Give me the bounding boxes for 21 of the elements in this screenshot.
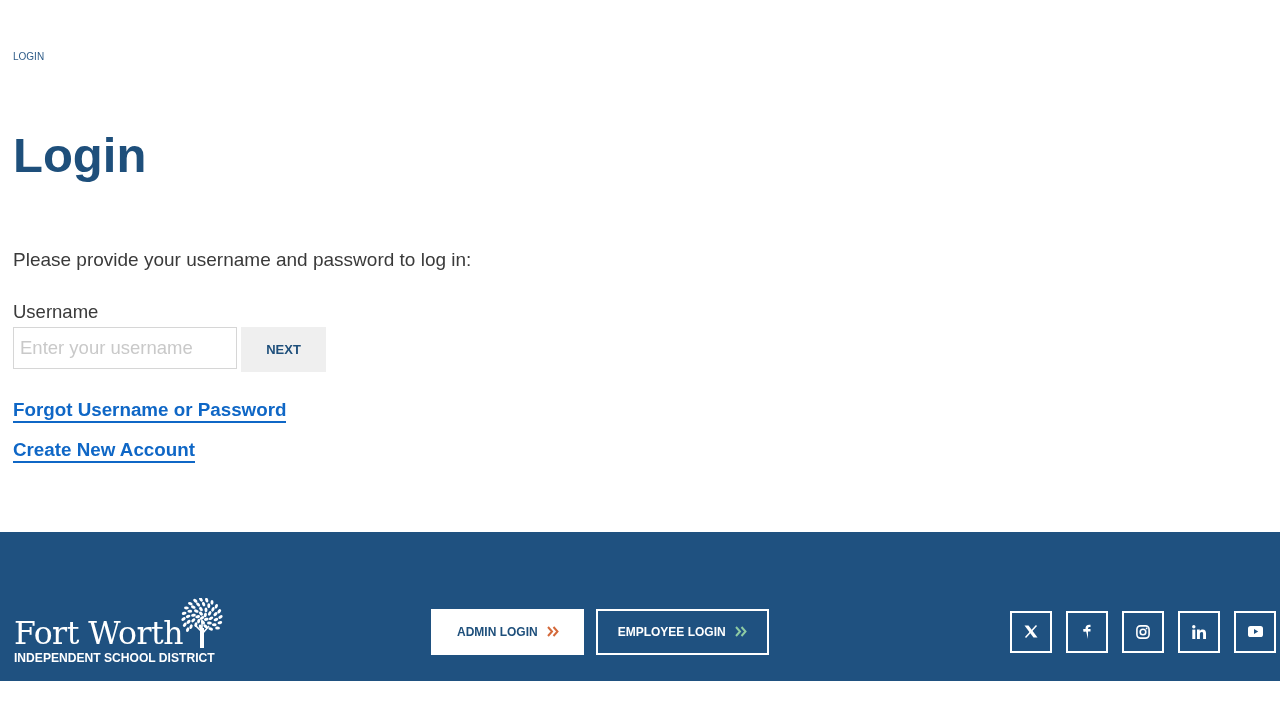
forgot-credentials-link[interactable]: Forgot Username or Password [13,399,287,423]
social-link-button[interactable] [1178,610,1220,653]
employee-login-button[interactable]: EMPLOYEE LOGIN [595,608,769,655]
linkedin-icon [1192,624,1206,639]
breadcrumb-item: LOGIN [13,51,45,63]
instructions-text: Please provide your username and password to log in: [13,249,473,271]
create-account-link[interactable]: Create New Account [13,439,195,463]
social-link-button[interactable] [1234,610,1276,653]
social-link-button[interactable] [1122,610,1164,653]
next-button[interactable]: NEXT [241,327,326,372]
social-link-button[interactable] [1010,610,1052,653]
facebook-icon [1083,624,1091,639]
admin-login-button[interactable]: ADMIN LOGIN [431,608,584,655]
logo-tagline: INDEPENDENT SCHOOL DISTRICT [14,651,215,665]
social-link-button[interactable] [1066,610,1108,653]
page-title: Login [13,127,148,184]
youtube-icon [1247,626,1263,637]
logo-wordmark: Fort Worth [14,618,184,648]
instagram-icon [1136,624,1150,639]
x-logo-icon [1024,625,1038,638]
username-label: Username [13,301,99,323]
